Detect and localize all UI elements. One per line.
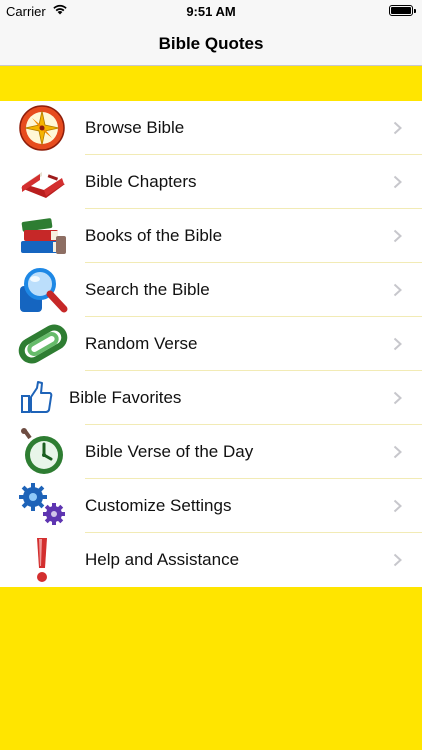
chevron-right-icon — [393, 391, 402, 405]
menu-item-books-of-the-bible[interactable]: Books of the Bible — [0, 209, 422, 263]
menu-item-search-the-bible[interactable]: Search the Bible — [0, 263, 422, 317]
menu-item-random-verse[interactable]: Random Verse — [0, 317, 422, 371]
chevron-right-icon — [393, 283, 402, 297]
stopwatch-icon — [18, 428, 68, 476]
menu-item-label: Customize Settings — [85, 496, 232, 515]
thumbs-up-icon — [18, 374, 68, 422]
gears-icon — [18, 482, 68, 530]
menu-item-bible-favorites[interactable]: Bible Favorites — [0, 371, 422, 425]
menu-item-browse-bible[interactable]: Browse Bible — [0, 101, 422, 155]
menu-item-label: Random Verse — [85, 334, 198, 353]
magnifier-icon — [18, 266, 68, 314]
clock-label: 9:51 AM — [186, 4, 236, 19]
chevron-right-icon — [393, 175, 402, 189]
menu-item-label: Books of the Bible — [85, 226, 223, 245]
battery-icon — [389, 5, 416, 16]
books-stack-icon — [18, 212, 68, 260]
exclamation-icon — [18, 536, 68, 584]
chevron-right-icon — [393, 499, 402, 513]
compass-icon — [18, 104, 68, 152]
menu-item-customize-settings[interactable]: Customize Settings — [0, 479, 422, 533]
menu-item-label: Help and Assistance — [85, 550, 240, 569]
menu-item-label: Search the Bible — [85, 280, 210, 299]
navigation-bar: Bible Quotes — [0, 22, 422, 66]
paperclip-icon — [18, 320, 68, 368]
chevron-right-icon — [393, 229, 402, 243]
menu-item-label: Bible Chapters — [85, 172, 197, 191]
chevron-right-icon — [393, 445, 402, 459]
menu-list: Browse Bible Bible Chapters Books of the… — [0, 101, 422, 587]
menu-item-label: Bible Verse of the Day — [85, 442, 254, 461]
chevron-right-icon — [393, 121, 402, 135]
chevron-right-icon — [393, 553, 402, 567]
menu-item-help-and-assistance[interactable]: Help and Assistance — [0, 533, 422, 587]
menu-item-label: Browse Bible — [85, 118, 185, 137]
chevron-right-icon — [393, 337, 402, 351]
menu-item-bible-chapters[interactable]: Bible Chapters — [0, 155, 422, 209]
menu-item-label: Bible Favorites — [69, 388, 182, 407]
page-title: Bible Quotes — [158, 34, 264, 53]
open-book-icon — [18, 158, 68, 206]
menu-item-bible-verse-of-the-day[interactable]: Bible Verse of the Day — [0, 425, 422, 479]
status-bar: Carrier 9:51 AM — [0, 0, 422, 22]
